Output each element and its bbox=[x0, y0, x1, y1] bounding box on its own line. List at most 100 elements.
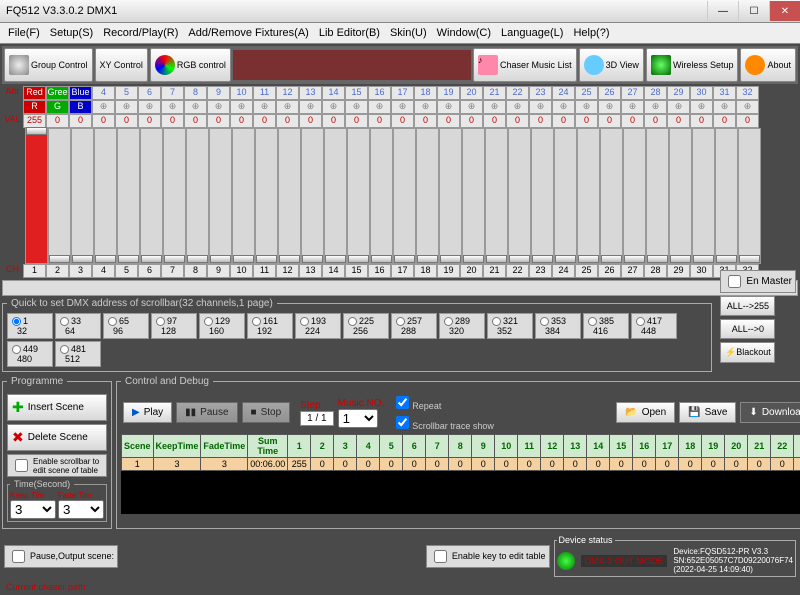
dmx-range-radio[interactable]: 449 480 bbox=[7, 341, 53, 367]
channel-slider[interactable] bbox=[393, 128, 416, 264]
xy-control-button[interactable]: XY Control bbox=[95, 48, 148, 82]
delete-scene-button[interactable]: ✖Delete Scene bbox=[7, 424, 107, 451]
insert-scene-button[interactable]: ✚Insert Scene bbox=[7, 394, 107, 421]
dmx-range-radio[interactable]: 321 352 bbox=[487, 313, 533, 339]
channel-slider[interactable] bbox=[416, 128, 439, 264]
menu-item[interactable]: Language(L) bbox=[497, 25, 567, 41]
channel-slider[interactable] bbox=[646, 128, 669, 264]
scroll-trace-check[interactable]: Scrollbar trace show bbox=[392, 413, 494, 432]
channel-slider[interactable] bbox=[738, 128, 761, 264]
menu-item[interactable]: Skin(U) bbox=[386, 25, 431, 41]
enable-scroll-check[interactable]: Enable scrollbar to edit scene of table bbox=[7, 454, 107, 477]
blackout-button[interactable]: ⚡Blackout bbox=[720, 342, 775, 363]
channel-slider[interactable] bbox=[209, 128, 232, 264]
chaser-music-button[interactable]: ♪Chaser Music List bbox=[473, 48, 577, 82]
repeat-check[interactable]: Repeat bbox=[392, 393, 494, 412]
dmx-range-radio[interactable]: 129 160 bbox=[199, 313, 245, 339]
control-legend: Control and Debug bbox=[121, 376, 213, 387]
channel-value: 0 bbox=[138, 114, 161, 128]
dmx-range-radio[interactable]: 33 64 bbox=[55, 313, 101, 339]
channel-slider[interactable] bbox=[278, 128, 301, 264]
play-button[interactable]: ▶Play bbox=[123, 402, 172, 423]
minimize-button[interactable]: — bbox=[707, 1, 738, 21]
channel-value: 0 bbox=[46, 114, 69, 128]
channel-value: 0 bbox=[529, 114, 552, 128]
save-button[interactable]: 💾Save bbox=[679, 402, 736, 423]
download-button[interactable]: ⬇Download bbox=[740, 402, 800, 423]
channel-slider[interactable] bbox=[462, 128, 485, 264]
channel-slider[interactable] bbox=[485, 128, 508, 264]
keep-time-select[interactable]: 3 bbox=[10, 500, 56, 519]
channel-value: 0 bbox=[115, 114, 138, 128]
menu-item[interactable]: Help(?) bbox=[569, 25, 613, 41]
dmx-range-radio[interactable]: 193 224 bbox=[295, 313, 341, 339]
channel-slider[interactable] bbox=[370, 128, 393, 264]
pause-output-check[interactable]: Pause,Output scene: bbox=[4, 545, 118, 568]
close-button[interactable]: ✕ bbox=[769, 1, 800, 21]
channel-slider[interactable] bbox=[554, 128, 577, 264]
channel-slider[interactable] bbox=[439, 128, 462, 264]
channel-slider[interactable] bbox=[347, 128, 370, 264]
dmx-range-radio[interactable]: 481 512 bbox=[55, 341, 101, 367]
menu-item[interactable]: Add/Remove Fixtures(A) bbox=[184, 25, 312, 41]
music-select[interactable]: 1 bbox=[338, 409, 378, 428]
dmx-range-radio[interactable]: 65 96 bbox=[103, 313, 149, 339]
channel-header: 26 bbox=[598, 86, 621, 100]
dmx-range-radio[interactable]: 97 128 bbox=[151, 313, 197, 339]
channel-slider[interactable] bbox=[669, 128, 692, 264]
channel-slider[interactable] bbox=[600, 128, 623, 264]
channel-slider[interactable] bbox=[25, 128, 48, 264]
all-255-button[interactable]: ALL-->255 bbox=[720, 296, 775, 316]
dmx-range-radio[interactable]: 353 384 bbox=[535, 313, 581, 339]
channel-slider[interactable] bbox=[508, 128, 531, 264]
dmx-range-radio[interactable]: 417 448 bbox=[631, 313, 677, 339]
dmx-range-radio[interactable]: 1 32 bbox=[7, 313, 53, 339]
channel-slider[interactable] bbox=[117, 128, 140, 264]
all-0-button[interactable]: ALL-->0 bbox=[720, 319, 775, 339]
dmx-range-radio[interactable]: 385 416 bbox=[583, 313, 629, 339]
channel-slider[interactable] bbox=[48, 128, 71, 264]
channel-slider[interactable] bbox=[623, 128, 646, 264]
channel-slider[interactable] bbox=[163, 128, 186, 264]
fade-time-select[interactable]: 3 bbox=[58, 500, 104, 519]
3d-view-button[interactable]: 3D View bbox=[579, 48, 644, 82]
channel-header: 5 bbox=[115, 86, 138, 100]
pause-button[interactable]: ▮▮Pause bbox=[176, 402, 237, 423]
channel-slider[interactable] bbox=[71, 128, 94, 264]
stop-button[interactable]: ■Stop bbox=[242, 402, 291, 423]
channel-slider[interactable] bbox=[255, 128, 278, 264]
channel-scrollbar[interactable] bbox=[2, 280, 798, 296]
channel-slider[interactable] bbox=[715, 128, 738, 264]
open-button[interactable]: 📂Open bbox=[616, 402, 675, 423]
maximize-button[interactable]: ☐ bbox=[738, 1, 769, 21]
channel-header: Blue bbox=[69, 86, 92, 100]
channel-slider[interactable] bbox=[324, 128, 347, 264]
menu-item[interactable]: Window(C) bbox=[433, 25, 495, 41]
channel-slider[interactable] bbox=[94, 128, 117, 264]
rgb-control-button[interactable]: RGB control bbox=[150, 48, 231, 82]
channel-slider[interactable] bbox=[577, 128, 600, 264]
channel-slider[interactable] bbox=[186, 128, 209, 264]
dmx-range-radio[interactable]: 225 256 bbox=[343, 313, 389, 339]
channel-value: 0 bbox=[483, 114, 506, 128]
group-control-button[interactable]: Group Control bbox=[4, 48, 93, 82]
channel-header: 14 bbox=[322, 86, 345, 100]
channel-slider[interactable] bbox=[232, 128, 255, 264]
dmx-range-radio[interactable]: 289 320 bbox=[439, 313, 485, 339]
menu-item[interactable]: Lib Editor(B) bbox=[315, 25, 384, 41]
fixture-icon bbox=[9, 55, 29, 75]
wireless-setup-button[interactable]: Wireless Setup bbox=[646, 48, 739, 82]
channel-slider[interactable] bbox=[301, 128, 324, 264]
en-master-check[interactable]: En Master bbox=[720, 270, 796, 293]
scene-table[interactable]: SceneKeepTimeFadeTimeSum Time12345678910… bbox=[121, 434, 800, 471]
channel-slider[interactable] bbox=[140, 128, 163, 264]
enable-key-check[interactable]: Enable key to edit table bbox=[426, 545, 550, 568]
menu-item[interactable]: File(F) bbox=[4, 25, 44, 41]
dmx-range-radio[interactable]: 257 288 bbox=[391, 313, 437, 339]
channel-slider[interactable] bbox=[692, 128, 715, 264]
channel-slider[interactable] bbox=[531, 128, 554, 264]
about-button[interactable]: About bbox=[740, 48, 796, 82]
menu-item[interactable]: Record/Play(R) bbox=[99, 25, 182, 41]
dmx-range-radio[interactable]: 161 192 bbox=[247, 313, 293, 339]
menu-item[interactable]: Setup(S) bbox=[46, 25, 97, 41]
